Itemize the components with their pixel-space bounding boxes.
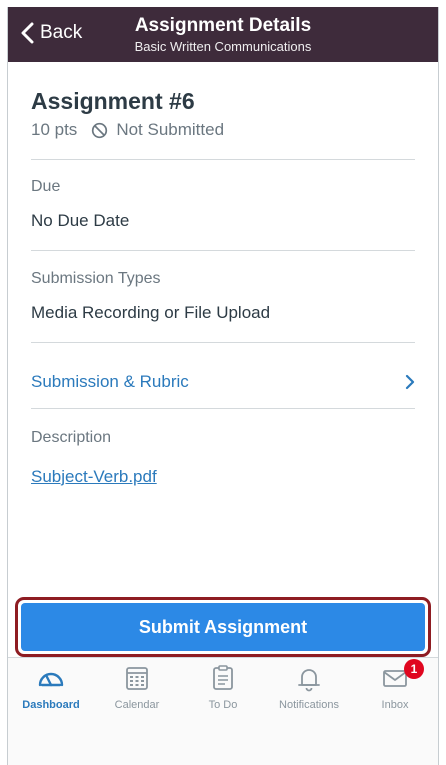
tab-label: Calendar xyxy=(114,699,160,711)
course-subtitle: Basic Written Communications xyxy=(134,39,312,54)
submission-types-label: Submission Types xyxy=(31,270,161,287)
submission-rubric-link[interactable]: Submission & Rubric xyxy=(31,364,415,400)
submission-status: Not Submitted xyxy=(116,120,225,139)
points-text: 10 pts xyxy=(31,120,78,139)
tab-inbox[interactable]: 1 Inbox xyxy=(352,659,438,711)
not-submitted-icon xyxy=(92,122,108,138)
assignment-meta: 10 pts Not Submitted xyxy=(31,120,224,140)
description-label: Description xyxy=(31,429,112,446)
due-label: Due xyxy=(31,178,61,195)
divider xyxy=(31,159,415,160)
attachment-link[interactable]: Subject-Verb.pdf xyxy=(31,467,157,487)
dashboard-icon xyxy=(38,672,64,687)
submission-types-value: Media Recording or File Upload xyxy=(31,303,271,322)
tab-label: Notifications xyxy=(279,699,339,711)
assignment-title: Assignment #6 xyxy=(31,88,195,114)
todo-icon xyxy=(213,665,233,690)
submit-assignment-button[interactable]: Submit Assignment xyxy=(21,603,425,651)
unread-badge: 1 xyxy=(404,659,424,679)
divider xyxy=(31,342,415,343)
tab-notifications[interactable]: Notifications xyxy=(266,663,352,711)
submission-rubric-label: Submission & Rubric xyxy=(31,372,189,391)
navigation-bar: Back Assignment Details Basic Written Co… xyxy=(8,7,438,62)
calendar-icon xyxy=(126,667,148,690)
tab-label: Dashboard xyxy=(22,699,80,711)
submit-highlight: Submit Assignment xyxy=(15,597,431,657)
tab-calendar[interactable]: Calendar xyxy=(94,663,180,711)
tab-label: To Do xyxy=(208,699,238,711)
tab-dashboard[interactable]: Dashboard xyxy=(8,663,94,711)
due-value: No Due Date xyxy=(31,211,130,230)
tab-label: Inbox xyxy=(381,699,409,711)
divider xyxy=(31,408,415,409)
divider xyxy=(31,250,415,251)
bell-icon xyxy=(298,669,320,692)
page-title: Assignment Details xyxy=(134,15,312,36)
tab-todo[interactable]: To Do xyxy=(180,663,266,711)
tab-bar: Dashboard Calendar To Do Notifications 1… xyxy=(8,657,438,765)
chevron-right-icon xyxy=(405,374,415,390)
app-screen: Back Assignment Details Basic Written Co… xyxy=(7,7,439,765)
